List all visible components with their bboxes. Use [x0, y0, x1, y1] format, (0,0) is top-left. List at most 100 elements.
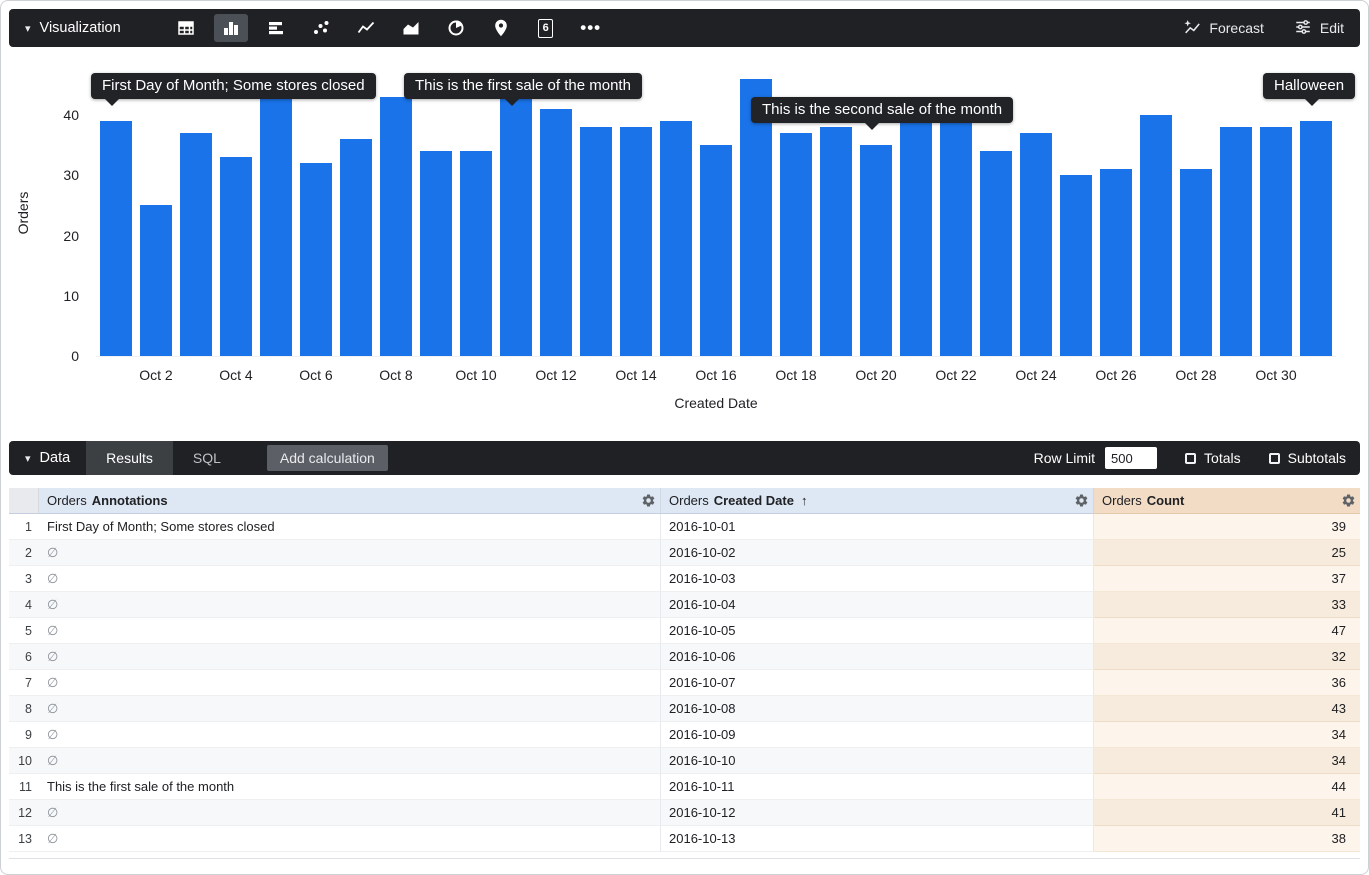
- tab-sql[interactable]: SQL: [173, 441, 241, 475]
- bar[interactable]: [1020, 133, 1052, 356]
- bar[interactable]: [620, 127, 652, 356]
- annotations-cell[interactable]: ∅: [39, 618, 661, 644]
- chevron-down-icon: ▾: [25, 22, 31, 35]
- x-axis-title: Created Date: [674, 395, 757, 411]
- annotations-cell[interactable]: ∅: [39, 826, 661, 852]
- data-section-toggle[interactable]: ▾ Data: [9, 441, 86, 475]
- gear-icon[interactable]: [1341, 493, 1356, 508]
- row-limit-input[interactable]: [1105, 447, 1157, 469]
- bar[interactable]: [940, 97, 972, 356]
- created-date-cell[interactable]: 2016-10-04: [661, 592, 1094, 618]
- bar[interactable]: [260, 73, 292, 356]
- annotations-column-header[interactable]: Orders Annotations: [39, 488, 661, 514]
- table-icon[interactable]: [169, 14, 203, 42]
- row-number-cell: 12: [9, 800, 39, 826]
- tooltip-arrow-icon: [105, 99, 119, 106]
- more-icon[interactable]: •••: [574, 14, 608, 42]
- annotations-cell[interactable]: ∅: [39, 670, 661, 696]
- created-date-cell[interactable]: 2016-10-02: [661, 540, 1094, 566]
- count-cell[interactable]: 37: [1094, 566, 1360, 592]
- bar[interactable]: [820, 127, 852, 356]
- bar[interactable]: [660, 121, 692, 356]
- created-date-cell[interactable]: 2016-10-08: [661, 696, 1094, 722]
- count-cell[interactable]: 36: [1094, 670, 1360, 696]
- created-date-cell[interactable]: 2016-10-12: [661, 800, 1094, 826]
- totals-checkbox[interactable]: Totals: [1185, 450, 1241, 466]
- bar[interactable]: [700, 145, 732, 356]
- bar[interactable]: [1100, 169, 1132, 356]
- bar[interactable]: [220, 157, 252, 356]
- single-value-icon[interactable]: 6: [529, 14, 563, 42]
- count-column-header[interactable]: Orders Count: [1094, 488, 1360, 514]
- created-date-cell[interactable]: 2016-10-13: [661, 826, 1094, 852]
- created-date-cell[interactable]: 2016-10-09: [661, 722, 1094, 748]
- subtotals-checkbox[interactable]: Subtotals: [1269, 450, 1346, 466]
- count-cell[interactable]: 47: [1094, 618, 1360, 644]
- horizontal-scrollbar[interactable]: [9, 858, 1360, 859]
- annotations-cell[interactable]: ∅: [39, 722, 661, 748]
- annotations-cell[interactable]: This is the first sale of the month: [39, 774, 661, 800]
- area-chart-icon[interactable]: [394, 14, 428, 42]
- count-cell[interactable]: 44: [1094, 774, 1360, 800]
- created-date-column-header[interactable]: Orders Created Date ↑: [661, 488, 1094, 514]
- annotations-cell[interactable]: ∅: [39, 592, 661, 618]
- bar[interactable]: [460, 151, 492, 356]
- annotations-cell[interactable]: ∅: [39, 540, 661, 566]
- bar[interactable]: [1140, 115, 1172, 356]
- bar[interactable]: [860, 145, 892, 356]
- column-chart-icon[interactable]: [214, 14, 248, 42]
- forecast-button[interactable]: Forecast: [1183, 18, 1263, 39]
- annotations-cell[interactable]: ∅: [39, 748, 661, 774]
- bar[interactable]: [580, 127, 612, 356]
- bar[interactable]: [540, 109, 572, 356]
- gear-icon[interactable]: [641, 493, 656, 508]
- count-cell[interactable]: 34: [1094, 722, 1360, 748]
- annotations-cell[interactable]: ∅: [39, 800, 661, 826]
- bar[interactable]: [300, 163, 332, 356]
- count-cell[interactable]: 41: [1094, 800, 1360, 826]
- bar[interactable]: [1220, 127, 1252, 356]
- bar[interactable]: [180, 133, 212, 356]
- created-date-cell[interactable]: 2016-10-07: [661, 670, 1094, 696]
- line-chart-icon[interactable]: [349, 14, 383, 42]
- count-cell[interactable]: 39: [1094, 514, 1360, 540]
- annotations-cell[interactable]: ∅: [39, 566, 661, 592]
- map-pin-icon[interactable]: [484, 14, 518, 42]
- bar-chart-icon[interactable]: [259, 14, 293, 42]
- bar[interactable]: [140, 205, 172, 356]
- created-date-cell[interactable]: 2016-10-03: [661, 566, 1094, 592]
- count-cell[interactable]: 38: [1094, 826, 1360, 852]
- scatter-icon[interactable]: [304, 14, 338, 42]
- bar[interactable]: [380, 97, 412, 356]
- created-date-cell[interactable]: 2016-10-11: [661, 774, 1094, 800]
- count-cell[interactable]: 32: [1094, 644, 1360, 670]
- bar[interactable]: [1060, 175, 1092, 356]
- created-date-cell[interactable]: 2016-10-06: [661, 644, 1094, 670]
- pie-chart-icon[interactable]: [439, 14, 473, 42]
- count-cell[interactable]: 33: [1094, 592, 1360, 618]
- created-date-cell[interactable]: 2016-10-05: [661, 618, 1094, 644]
- bar[interactable]: [980, 151, 1012, 356]
- bar[interactable]: [340, 139, 372, 356]
- bar[interactable]: [1260, 127, 1292, 356]
- count-cell[interactable]: 43: [1094, 696, 1360, 722]
- annotations-cell[interactable]: ∅: [39, 696, 661, 722]
- bar[interactable]: [780, 133, 812, 356]
- bar[interactable]: [500, 91, 532, 356]
- created-date-cell[interactable]: 2016-10-01: [661, 514, 1094, 540]
- bar[interactable]: [100, 121, 132, 356]
- bar[interactable]: [1180, 169, 1212, 356]
- annotations-cell[interactable]: ∅: [39, 644, 661, 670]
- gear-icon[interactable]: [1074, 493, 1089, 508]
- tab-results[interactable]: Results: [86, 441, 173, 475]
- annotations-cell[interactable]: First Day of Month; Some stores closed: [39, 514, 661, 540]
- count-cell[interactable]: 25: [1094, 540, 1360, 566]
- visualization-section-toggle[interactable]: ▾ Visualization: [9, 9, 137, 47]
- bar[interactable]: [900, 97, 932, 356]
- edit-button[interactable]: Edit: [1294, 18, 1344, 39]
- count-cell[interactable]: 34: [1094, 748, 1360, 774]
- created-date-cell[interactable]: 2016-10-10: [661, 748, 1094, 774]
- bar[interactable]: [1300, 121, 1332, 356]
- add-calculation-button[interactable]: Add calculation: [267, 445, 388, 471]
- bar[interactable]: [420, 151, 452, 356]
